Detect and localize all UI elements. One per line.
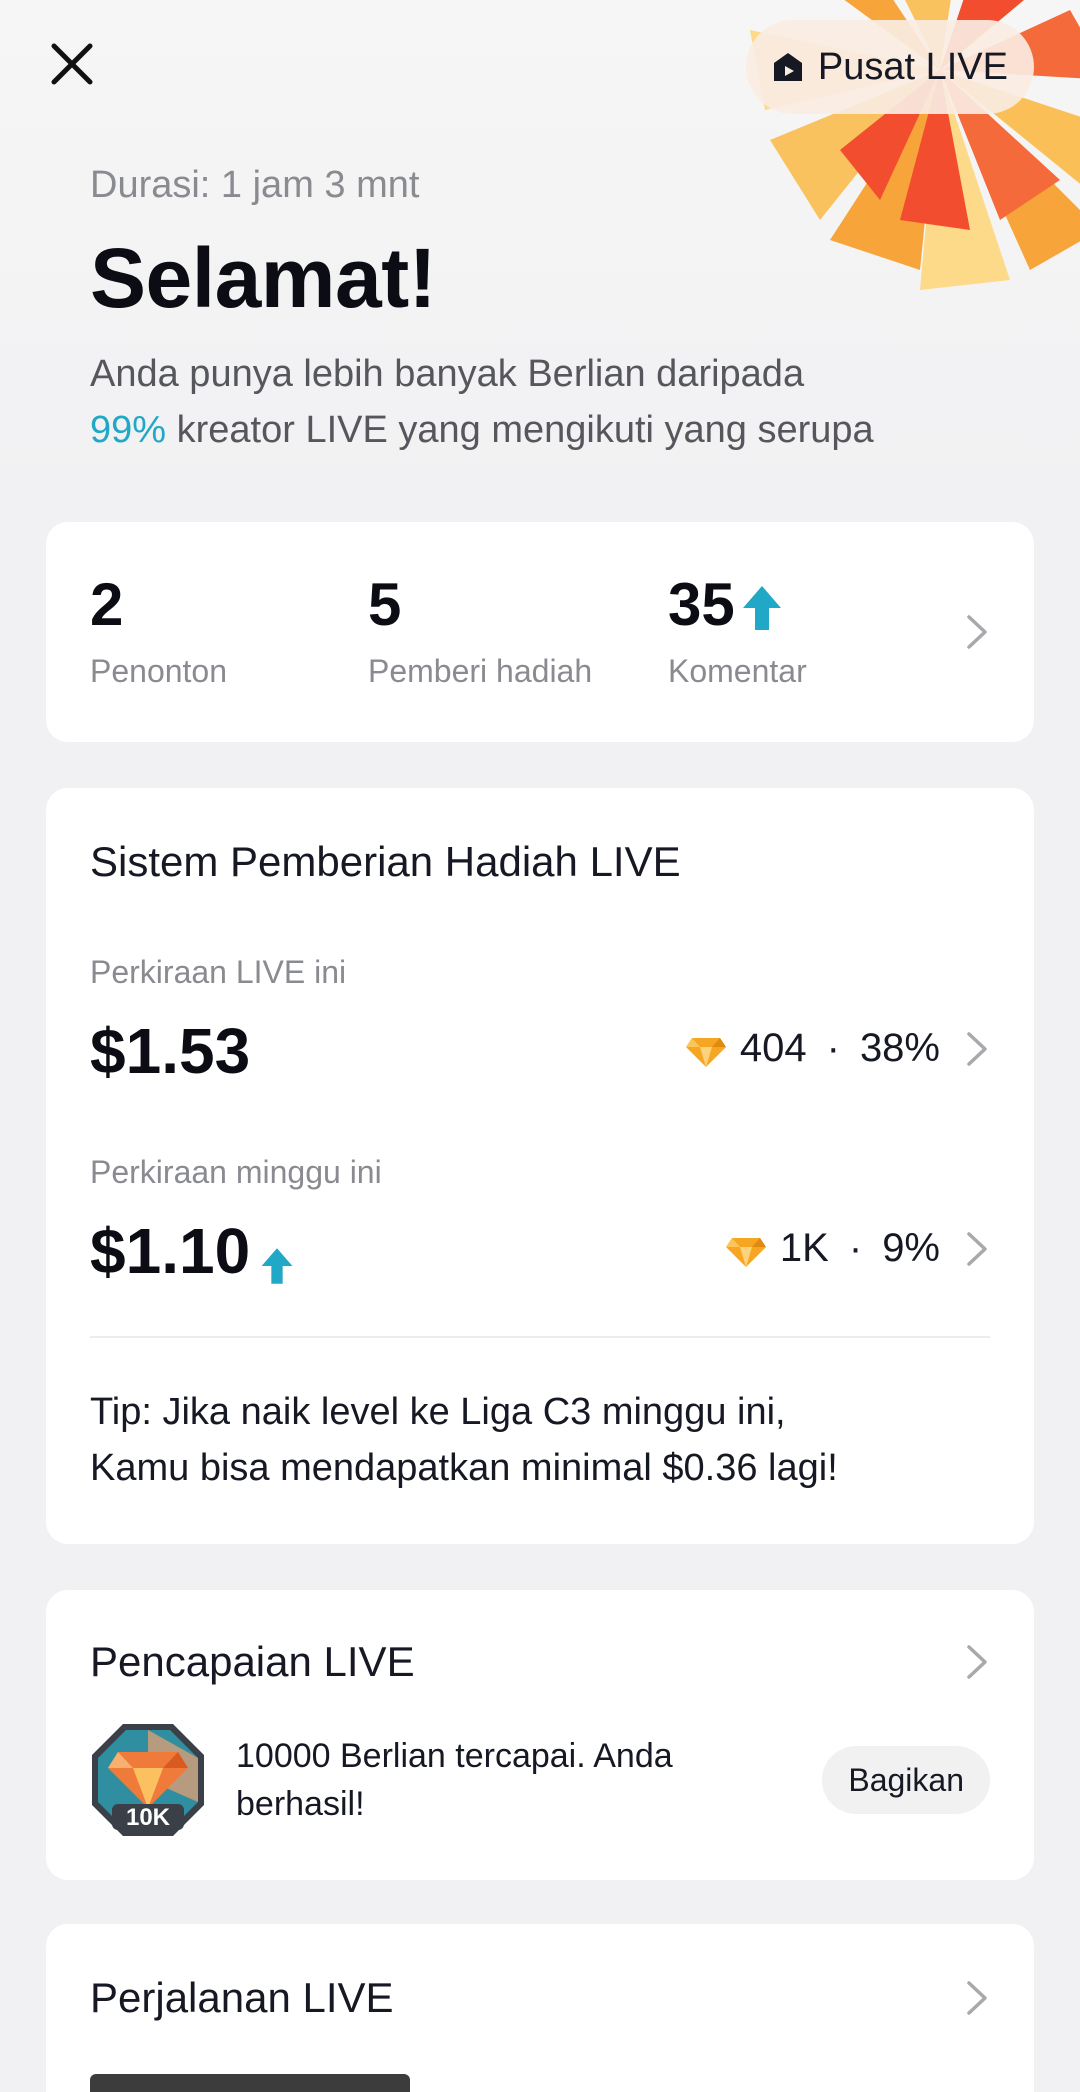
achievements-card[interactable]: Pencapaian LIVE 10K 10000 Berlian tercap… <box>46 1590 1034 1880</box>
subtitle-text-end: kreator LIVE yang mengikuti yang serupa <box>166 409 874 451</box>
diamond-icon <box>685 1033 726 1067</box>
divider <box>90 1336 990 1338</box>
this-week-percent: 9% <box>882 1226 940 1270</box>
comments-value: 35 <box>668 570 807 639</box>
diamond-badge-icon: 10K <box>88 1720 208 1840</box>
tip-line-1: Tip: Jika naik level ke Liga C3 minggu i… <box>90 1391 786 1433</box>
live-center-label: Pusat LIVE <box>817 45 1008 88</box>
live-center-button[interactable]: Pusat LIVE <box>745 20 1034 114</box>
this-week-label: Perkiraan minggu ini <box>90 1154 382 1190</box>
tip-text: Tip: Jika naik level ke Liga C3 minggu i… <box>90 1384 990 1496</box>
this-live-diamonds-link[interactable]: 404 · 38% <box>685 1026 990 1071</box>
stats-card[interactable]: 2 Penonton 5 Pemberi hadiah 35 Komentar <box>46 522 1034 742</box>
chevron-right-icon <box>964 1029 990 1069</box>
this-live-diamonds: 404 <box>739 1026 807 1070</box>
live-summary-page: Pusat LIVE Durasi: 1 jam 3 mnt Selamat! … <box>0 0 1080 2092</box>
gifters-count: 5 <box>368 571 402 638</box>
viewers-label: Penonton <box>90 653 228 689</box>
this-live-amount-value: $1.53 <box>90 1015 251 1087</box>
close-button[interactable] <box>44 36 100 92</box>
this-week-diamonds: 1K <box>779 1226 829 1270</box>
tip-line-2: Kamu bisa mendapatkan minimal $0.36 lagi… <box>90 1447 838 1489</box>
trend-up-icon <box>741 579 783 631</box>
rewards-title: Sistem Pemberian Hadiah LIVE <box>90 838 681 885</box>
gifters-label: Pemberi hadiah <box>368 653 593 689</box>
comments-count: 35 <box>668 571 735 638</box>
chevron-right-icon[interactable] <box>964 1978 990 2018</box>
this-week-amount: $1.10 <box>90 1214 294 1288</box>
gift-rewards-card: Sistem Pemberian Hadiah LIVE Perkiraan L… <box>46 788 1034 1544</box>
this-live-amount: $1.53 <box>90 1014 250 1088</box>
subtitle-percent: 99% <box>90 409 167 451</box>
home-icon <box>770 49 806 85</box>
duration-text: Durasi: 1 jam 3 mnt <box>90 164 420 206</box>
achievements-title: Pencapaian LIVE <box>90 1638 415 1685</box>
stat-viewers: 2 Penonton <box>90 570 227 690</box>
chevron-right-icon[interactable] <box>964 612 990 652</box>
badge-label: 10K <box>125 1804 171 1831</box>
page-title: Selamat! <box>90 231 437 325</box>
diamond-icon <box>725 1233 766 1267</box>
comments-label: Komentar <box>668 653 807 689</box>
journey-title: Perjalanan LIVE <box>90 1974 394 2021</box>
achievement-text: 10000 Berlian tercapai. Anda berhasil! <box>236 1737 673 1823</box>
close-icon <box>51 43 93 85</box>
this-week-diamonds-link[interactable]: 1K · 9% <box>725 1226 990 1271</box>
separator-dot: · <box>826 1026 840 1070</box>
this-week-amount-value: $1.10 <box>90 1215 251 1287</box>
separator-dot: · <box>848 1226 863 1270</box>
share-button[interactable]: Bagikan <box>822 1746 990 1814</box>
this-live-label: Perkiraan LIVE ini <box>90 954 347 990</box>
trend-up-icon <box>260 1229 294 1284</box>
stat-comments: 35 Komentar <box>668 570 807 690</box>
chevron-right-icon <box>964 1229 990 1269</box>
live-journey-card[interactable]: Perjalanan LIVE <box>46 1924 1034 2092</box>
subtitle-text: Anda punya lebih banyak Berlian daripada <box>90 353 805 395</box>
summary-subtitle: Anda punya lebih banyak Berlian daripada… <box>90 346 1030 458</box>
chevron-right-icon[interactable] <box>964 1642 990 1682</box>
this-live-percent: 38% <box>859 1026 940 1070</box>
stat-gifters: 5 Pemberi hadiah <box>368 570 592 690</box>
cut-off-content <box>90 2074 410 2092</box>
viewers-count: 2 <box>90 571 124 638</box>
